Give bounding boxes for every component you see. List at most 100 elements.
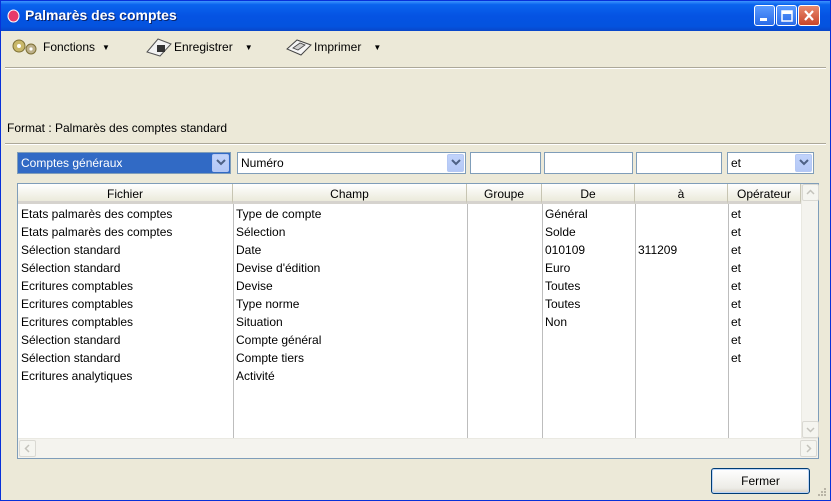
cell-champ[interactable]: Compte tiers (233, 349, 467, 367)
champ-select[interactable]: Numéro (237, 152, 466, 174)
cell-groupe[interactable] (467, 241, 542, 259)
cell-a[interactable] (635, 331, 728, 349)
cell-a[interactable] (635, 367, 728, 385)
cell-fichier[interactable]: Sélection standard (18, 331, 233, 349)
cell-operateur[interactable]: et (728, 259, 801, 277)
cell-de[interactable]: 010109 (542, 241, 635, 259)
enregistrer-menu[interactable]: Enregistrer ▼ (144, 35, 253, 59)
cell-fichier[interactable]: Etats palmarès des comptes (18, 223, 233, 241)
scroll-down-button[interactable] (802, 421, 819, 438)
cell-a[interactable] (635, 259, 728, 277)
cell-fichier[interactable]: Ecritures analytiques (18, 367, 233, 385)
operateur-select[interactable]: et (727, 152, 814, 174)
cell-groupe[interactable] (467, 223, 542, 241)
cell-groupe[interactable] (467, 331, 542, 349)
cell-champ[interactable]: Sélection (233, 223, 467, 241)
cell-de[interactable] (542, 367, 635, 385)
table-row[interactable]: Sélection standard Compte général et (18, 331, 818, 349)
table-row[interactable]: Sélection standard Devise d'édition Euro et (18, 259, 818, 277)
cell-operateur[interactable]: et (728, 223, 801, 241)
cell-groupe[interactable] (467, 295, 542, 313)
maximize-button[interactable] (776, 5, 797, 26)
table-row[interactable]: Ecritures comptables Situation Non et (18, 313, 818, 331)
scroll-right-button[interactable] (800, 440, 817, 457)
cell-de[interactable]: Euro (542, 259, 635, 277)
cell-groupe[interactable] (467, 205, 542, 223)
resize-grip-icon[interactable] (817, 487, 827, 497)
cell-champ[interactable]: Devise (233, 277, 467, 295)
cell-fichier[interactable]: Sélection standard (18, 349, 233, 367)
cell-a[interactable] (635, 223, 728, 241)
imprimer-menu[interactable]: Imprimer ▼ (284, 35, 381, 59)
cell-fichier[interactable]: Etats palmarès des comptes (18, 205, 233, 223)
cell-operateur[interactable]: et (728, 295, 801, 313)
cell-a[interactable] (635, 313, 728, 331)
cell-groupe[interactable] (467, 277, 542, 295)
title-bar[interactable]: Palmarès des comptes (1, 1, 830, 31)
column-header-operateur[interactable]: Opérateur (728, 184, 801, 204)
cell-operateur[interactable] (728, 367, 801, 385)
cell-groupe[interactable] (467, 349, 542, 367)
cell-a[interactable] (635, 277, 728, 295)
dropdown-button[interactable] (212, 154, 229, 172)
scroll-left-button[interactable] (19, 440, 36, 457)
column-header-a[interactable]: à (635, 184, 728, 204)
cell-groupe[interactable] (467, 367, 542, 385)
table-row[interactable]: Ecritures comptables Type norme Toutes et (18, 295, 818, 313)
table-row[interactable]: Sélection standard Date 010109 311209 et (18, 241, 818, 259)
table-row[interactable]: Etats palmarès des comptes Type de compte… (18, 205, 818, 223)
horizontal-scrollbar[interactable] (18, 438, 818, 458)
dropdown-button[interactable] (795, 154, 812, 172)
cell-operateur[interactable]: et (728, 313, 801, 331)
cell-champ[interactable]: Devise d'édition (233, 259, 467, 277)
minimize-button[interactable] (754, 5, 775, 26)
cell-fichier[interactable]: Ecritures comptables (18, 277, 233, 295)
cell-a[interactable] (635, 349, 728, 367)
column-header-groupe[interactable]: Groupe (467, 184, 542, 204)
cell-a[interactable]: 311209 (635, 241, 728, 259)
vertical-scrollbar[interactable] (801, 184, 819, 438)
close-window-button[interactable] (798, 5, 820, 26)
cell-fichier[interactable]: Ecritures comptables (18, 313, 233, 331)
fichier-select[interactable]: Comptes généraux (17, 152, 231, 174)
groupe-input[interactable] (470, 152, 541, 174)
cell-operateur[interactable]: et (728, 331, 801, 349)
de-input[interactable] (544, 152, 633, 174)
cell-groupe[interactable] (467, 313, 542, 331)
scroll-up-button[interactable] (802, 184, 819, 201)
cell-fichier[interactable]: Sélection standard (18, 241, 233, 259)
cell-champ[interactable]: Activité (233, 367, 467, 385)
cell-champ[interactable]: Type de compte (233, 205, 467, 223)
cell-operateur[interactable]: et (728, 205, 801, 223)
cell-fichier[interactable]: Ecritures comptables (18, 295, 233, 313)
cell-groupe[interactable] (467, 259, 542, 277)
cell-de[interactable]: Non (542, 313, 635, 331)
cell-a[interactable] (635, 295, 728, 313)
cell-de[interactable]: Solde (542, 223, 635, 241)
cell-champ[interactable]: Situation (233, 313, 467, 331)
cell-de[interactable]: Toutes (542, 295, 635, 313)
cell-champ[interactable]: Date (233, 241, 467, 259)
cell-a[interactable] (635, 205, 728, 223)
cell-operateur[interactable]: et (728, 241, 801, 259)
cell-operateur[interactable]: et (728, 349, 801, 367)
cell-operateur[interactable]: et (728, 277, 801, 295)
dropdown-button[interactable] (447, 154, 464, 172)
table-row[interactable]: Ecritures analytiques Activité (18, 367, 818, 385)
cell-de[interactable]: Général (542, 205, 635, 223)
column-header-fichier[interactable]: Fichier (18, 184, 233, 204)
cell-champ[interactable]: Compte général (233, 331, 467, 349)
table-row[interactable]: Sélection standard Compte tiers et (18, 349, 818, 367)
cell-champ[interactable]: Type norme (233, 295, 467, 313)
fermer-button[interactable]: Fermer (711, 468, 810, 494)
cell-de[interactable]: Toutes (542, 277, 635, 295)
cell-de[interactable] (542, 331, 635, 349)
column-header-de[interactable]: De (542, 184, 635, 204)
column-header-champ[interactable]: Champ (233, 184, 467, 204)
fonctions-menu[interactable]: Fonctions ▼ (9, 35, 110, 59)
table-row[interactable]: Ecritures comptables Devise Toutes et (18, 277, 818, 295)
cell-fichier[interactable]: Sélection standard (18, 259, 233, 277)
table-row[interactable]: Etats palmarès des comptes Sélection Solde… (18, 223, 818, 241)
cell-de[interactable] (542, 349, 635, 367)
a-input[interactable] (636, 152, 722, 174)
